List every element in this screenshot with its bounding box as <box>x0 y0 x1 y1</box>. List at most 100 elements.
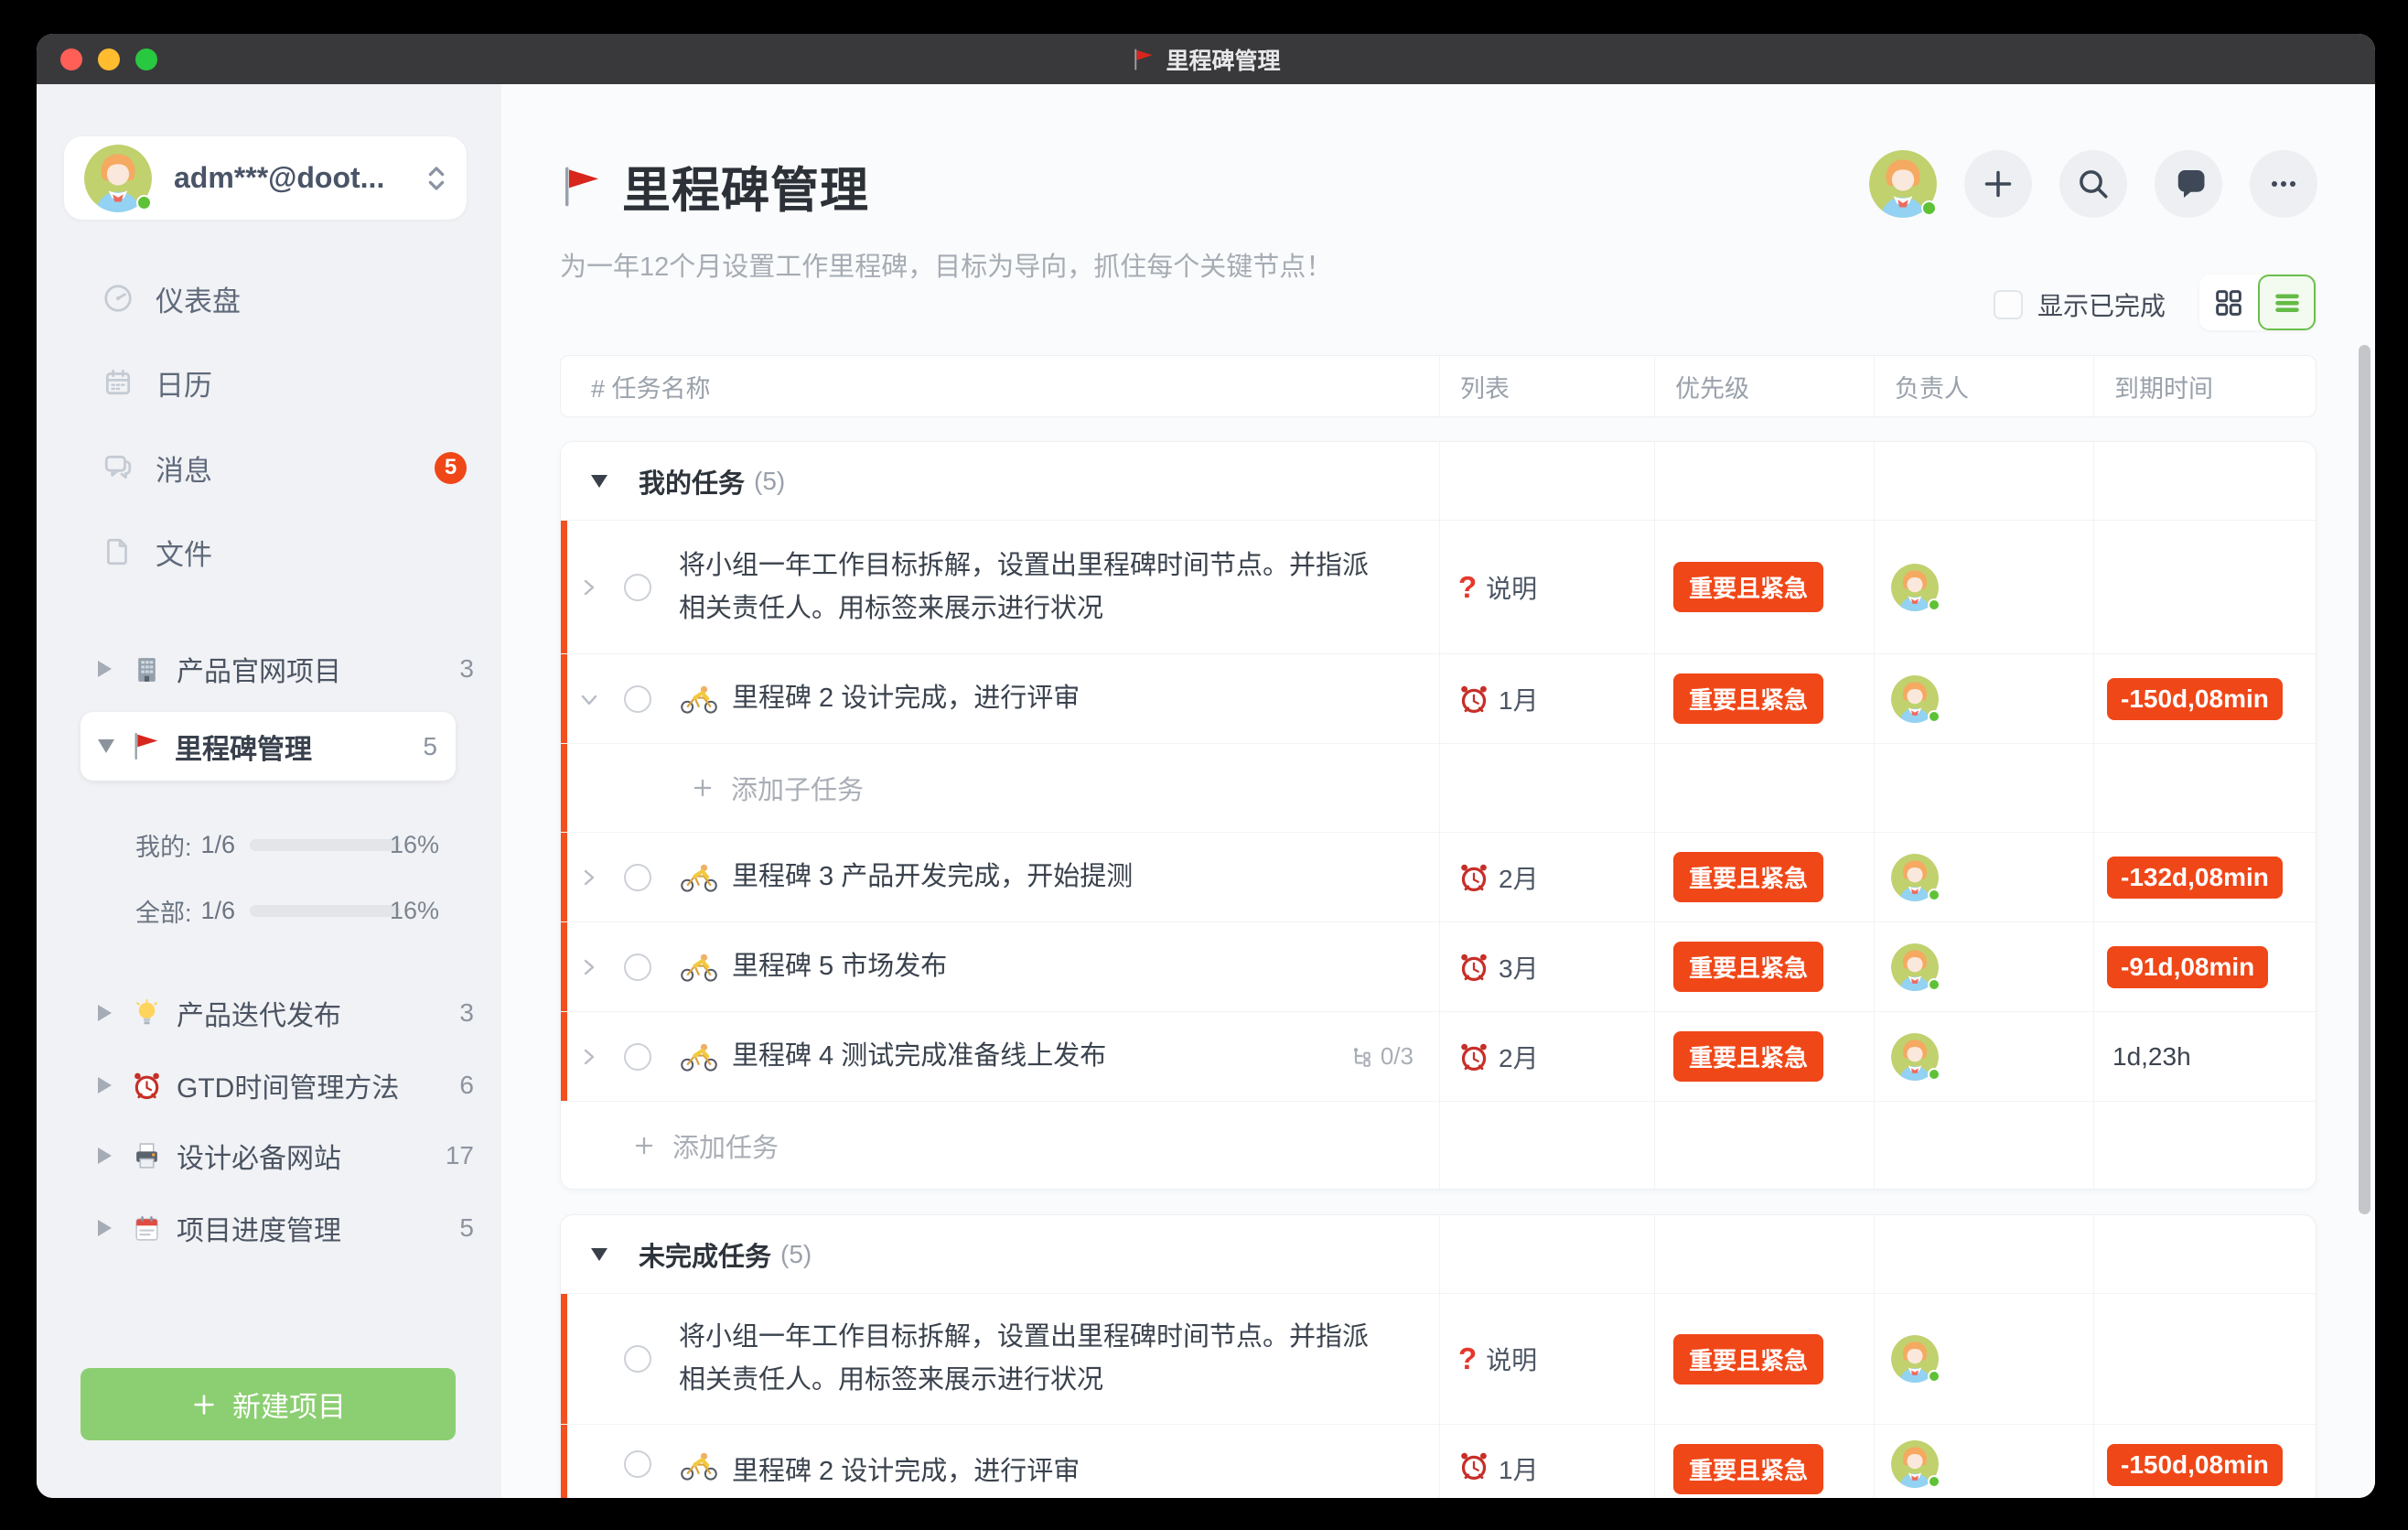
task-row[interactable]: 将小组一年工作目标拆解，设置出里程碑时间节点。并指派相关责任人。用标签来展示进行… <box>561 520 2316 653</box>
sidebar-project-official-site[interactable]: 产品官网项目 3 <box>37 627 501 711</box>
red-flag-icon <box>130 731 160 761</box>
assignee-avatar[interactable] <box>1891 564 1939 611</box>
sidebar-item-calendar[interactable]: 日历 <box>37 340 501 425</box>
collapse-arrow-icon[interactable] <box>98 1005 112 1021</box>
sidebar-item-files[interactable]: 文件 <box>37 510 501 594</box>
collapse-group-icon[interactable] <box>591 475 607 488</box>
task-checkbox[interactable] <box>624 864 651 891</box>
expand-row-icon[interactable] <box>579 957 599 977</box>
task-group-my-tasks: 我的任务 (5) 将小组一年工作目标拆解，设置出里程碑时间节点。并指派相关责任人… <box>560 441 2317 1190</box>
priority-badge[interactable]: 重要且紧急 <box>1673 673 1823 724</box>
assignee-avatar[interactable] <box>1891 1440 1939 1488</box>
current-user-avatar[interactable] <box>1869 150 1937 218</box>
task-row[interactable]: 里程碑 5 市场发布 3月 重要且紧急 -91d,08min <box>561 921 2316 1011</box>
alarm-clock-icon <box>1458 862 1489 893</box>
column-priority[interactable]: 优先级 <box>1654 356 1874 416</box>
column-task-name[interactable]: # 任务名称 <box>561 356 1439 416</box>
column-list[interactable]: 列表 <box>1439 356 1654 416</box>
assignee-avatar[interactable] <box>1891 943 1939 991</box>
task-checkbox[interactable] <box>624 685 651 713</box>
due-time-badge: -91d,08min <box>2107 946 2268 988</box>
add-subtask-row[interactable]: 添加子任务 <box>561 743 2316 832</box>
cyclist-icon <box>679 952 719 982</box>
main-content: 里程碑管理 为一年12个月设置工作里程碑，目标为导向，抓住每个关键节点！ <box>501 84 2375 1498</box>
task-row[interactable]: 里程碑 2 设计完成，进行评审 1月 重要且紧急 -150d,08min <box>561 1424 2316 1498</box>
sidebar-item-dashboard[interactable]: 仪表盘 <box>37 256 501 340</box>
priority-badge[interactable]: 重要且紧急 <box>1673 852 1823 902</box>
chat-bubbles-icon <box>102 452 134 483</box>
expand-row-icon[interactable] <box>579 867 599 888</box>
expand-row-icon[interactable] <box>579 577 599 598</box>
list-view-button-active[interactable] <box>2258 275 2316 330</box>
progress-bar <box>250 839 400 851</box>
expand-row-icon[interactable] <box>579 1047 599 1067</box>
column-due[interactable]: 到期时间 <box>2093 356 2316 416</box>
alarm-clock-icon <box>1458 952 1489 983</box>
collapse-arrow-icon[interactable] <box>98 661 112 677</box>
vertical-scrollbar[interactable] <box>2359 345 2370 1214</box>
task-checkbox[interactable] <box>624 954 651 981</box>
assignee-avatar[interactable] <box>1891 675 1939 723</box>
group-header[interactable]: 我的任务 (5) <box>561 442 2316 520</box>
group-header[interactable]: 未完成任务 (5) <box>561 1215 2316 1293</box>
task-row[interactable]: 将小组一年工作目标拆解，设置出里程碑时间节点。并指派相关责任人。用标签来展示进行… <box>561 1293 2316 1424</box>
show-completed-toggle[interactable]: 显示已完成 <box>1994 286 2166 323</box>
expand-arrow-icon[interactable] <box>98 739 114 753</box>
add-task-row[interactable]: 添加任务 <box>561 1101 2316 1190</box>
priority-badge[interactable]: 重要且紧急 <box>1673 942 1823 992</box>
plus-icon <box>190 1391 218 1418</box>
user-avatar <box>84 145 152 212</box>
task-row[interactable]: 里程碑 2 设计完成，进行评审 1月 重要且紧急 -150d,08min <box>561 653 2316 743</box>
board-view-button[interactable] <box>2199 275 2258 330</box>
collapse-arrow-icon[interactable] <box>98 1148 112 1164</box>
progress-bar <box>250 905 400 917</box>
sidebar-project-progress-mgmt[interactable]: 项目进度管理 5 <box>37 1186 501 1270</box>
column-assignee[interactable]: 负责人 <box>1874 356 2093 416</box>
priority-badge[interactable]: 重要且紧急 <box>1673 1444 1823 1494</box>
subtask-counter: 0/3 <box>1350 1042 1439 1071</box>
collapse-arrow-icon[interactable] <box>98 1077 112 1094</box>
minimize-window-button[interactable] <box>98 48 120 70</box>
task-row[interactable]: 里程碑 3 产品开发完成，开始提测 2月 重要且紧急 -132d,08min <box>561 832 2316 921</box>
chat-button[interactable] <box>2155 150 2222 218</box>
table-header: # 任务名称 列表 优先级 负责人 到期时间 <box>560 355 2317 417</box>
close-window-button[interactable] <box>60 48 82 70</box>
task-checkbox[interactable] <box>624 1345 651 1373</box>
new-project-button[interactable]: 新建项目 <box>81 1368 456 1440</box>
account-switcher[interactable]: adm***@doot... <box>64 136 467 220</box>
assignee-avatar[interactable] <box>1891 854 1939 901</box>
priority-badge[interactable]: 重要且紧急 <box>1673 1031 1823 1082</box>
cyclist-icon <box>679 862 719 892</box>
add-member-button[interactable] <box>1964 150 2032 218</box>
assignee-avatar[interactable] <box>1891 1033 1939 1081</box>
grid-view-icon <box>2212 286 2245 319</box>
printer-icon <box>132 1141 162 1171</box>
plus-icon <box>691 776 715 800</box>
collapse-group-icon[interactable] <box>591 1248 607 1261</box>
task-checkbox[interactable] <box>624 1043 651 1071</box>
zoom-window-button[interactable] <box>135 48 157 70</box>
online-status-dot <box>1921 200 1937 216</box>
search-icon <box>2075 166 2112 202</box>
priority-badge[interactable]: 重要且紧急 <box>1673 562 1823 612</box>
due-time-badge: -132d,08min <box>2107 857 2283 899</box>
assignee-avatar[interactable] <box>1891 1335 1939 1383</box>
task-row[interactable]: 里程碑 4 测试完成准备线上发布 0/3 2月 重要且紧急 1d,23h <box>561 1011 2316 1101</box>
plus-icon <box>632 1134 656 1158</box>
search-button[interactable] <box>2059 150 2127 218</box>
bulb-icon <box>132 998 162 1029</box>
task-checkbox[interactable] <box>624 574 651 601</box>
collapse-row-icon[interactable] <box>579 689 599 709</box>
online-status-dot <box>136 195 152 210</box>
due-time-text: 1d,23h <box>2112 1042 2191 1072</box>
collapse-arrow-icon[interactable] <box>98 1220 112 1236</box>
show-completed-checkbox[interactable] <box>1994 290 2023 319</box>
tear-calendar-icon <box>132 1213 162 1244</box>
app-window: 里程碑管理 adm***@doot... <box>37 34 2375 1498</box>
task-checkbox[interactable] <box>624 1450 651 1478</box>
sidebar: adm***@doot... 仪表盘 日历 <box>37 84 501 1498</box>
sidebar-item-messages[interactable]: 消息 5 <box>37 426 501 510</box>
sidebar-project-milestones-selected[interactable]: 里程碑管理 5 <box>81 712 456 781</box>
more-button[interactable] <box>2250 150 2317 218</box>
priority-badge[interactable]: 重要且紧急 <box>1673 1334 1823 1385</box>
